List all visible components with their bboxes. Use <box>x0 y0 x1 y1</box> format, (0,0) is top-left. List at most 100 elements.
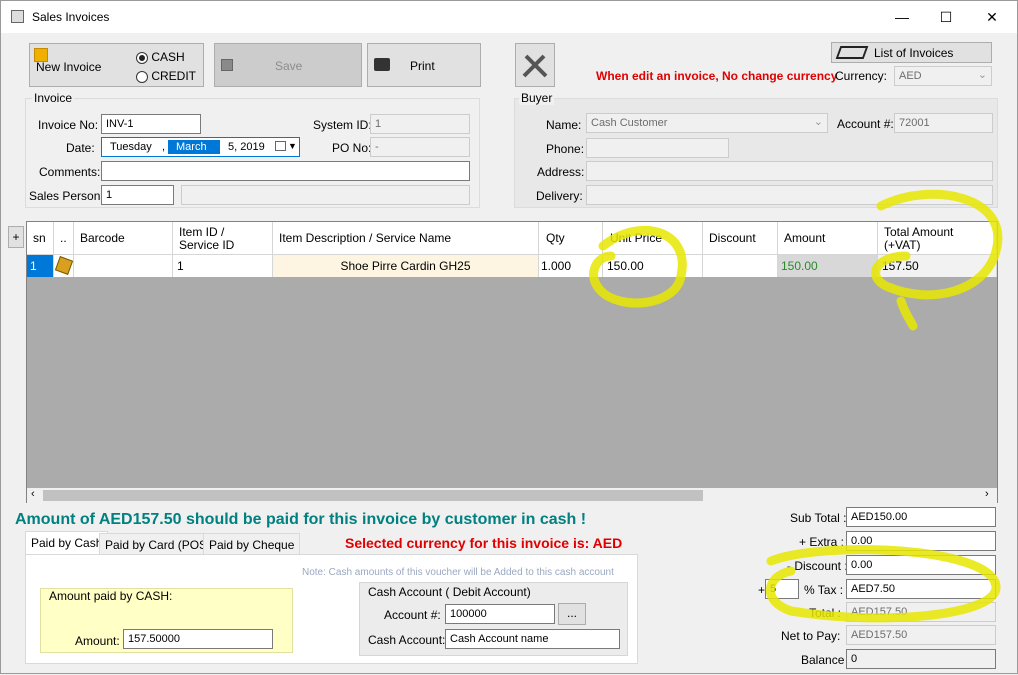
buyer-name-label: Name: <box>546 118 582 132</box>
cell-qty[interactable]: 1.000 <box>539 255 603 277</box>
title-bar: Sales Invoices — ☐ ✕ <box>1 1 1017 33</box>
buyer-name-select[interactable]: Cash Customer ⌄ <box>586 113 828 133</box>
sales-person-label: Sales Person: <box>29 189 104 203</box>
column-amount[interactable]: Amount <box>778 222 878 255</box>
invoice-no-input[interactable]: INV-1 <box>101 114 201 134</box>
cell-barcode[interactable] <box>74 255 173 277</box>
balance-label: Balance : <box>801 653 852 667</box>
credit-radio-dot <box>136 70 148 83</box>
buyer-account-input[interactable]: 72001 <box>894 113 993 133</box>
credit-radio[interactable]: CREDIT <box>136 69 196 83</box>
minimize-button[interactable]: — <box>879 1 925 33</box>
browse-account-button[interactable]: ... <box>558 603 586 625</box>
dropdown-icon: ▼ <box>288 141 297 151</box>
list-icon <box>835 46 869 59</box>
new-invoice-button[interactable]: New Invoice <box>36 60 101 74</box>
scroll-left-icon[interactable]: ‹ <box>31 488 35 500</box>
cell-amount[interactable]: 150.00 <box>778 255 878 277</box>
maximize-button[interactable]: ☐ <box>923 1 969 33</box>
save-label: Save <box>275 59 303 73</box>
column-barcode[interactable]: Barcode <box>74 222 173 255</box>
buyer-name-value: Cash Customer <box>591 117 668 129</box>
tab-paid-by-cheque[interactable]: Paid by Cheque <box>203 533 301 555</box>
net-to-pay-label: Net to Pay: <box>781 629 841 643</box>
floppy-icon <box>221 59 233 71</box>
system-id-label: System ID: <box>313 118 372 132</box>
print-label: Print <box>410 59 435 73</box>
total-label: Total : <box>809 606 842 620</box>
date-weekday: Tuesday <box>110 141 152 153</box>
tools-button[interactable] <box>515 43 555 87</box>
buyer-delivery-input[interactable] <box>586 185 993 205</box>
scroll-right-icon[interactable]: › <box>985 488 989 500</box>
window-title: Sales Invoices <box>32 10 110 24</box>
printer-icon <box>374 58 390 71</box>
save-button[interactable]: Save <box>214 43 362 87</box>
total-input: AED157.50 <box>846 602 996 622</box>
balance-input: 0 <box>846 649 996 669</box>
table-row[interactable]: 1 1 Shoe Pirre Cardin GH25 1.000 150.00 … <box>27 255 997 277</box>
date-label: Date: <box>66 141 95 155</box>
tab-paid-by-cash[interactable]: Paid by Cash <box>25 531 109 555</box>
amount-group: Amount paid by CASH: Amount: 157.50000 <box>40 588 293 653</box>
cell-discount[interactable] <box>703 255 778 277</box>
discount-input[interactable]: 0.00 <box>846 555 996 575</box>
extra-label: + Extra : <box>799 535 845 549</box>
net-to-pay-input: AED157.50 <box>846 625 996 645</box>
amount-group-label: Amount paid by CASH: <box>49 589 173 603</box>
list-of-invoices-button[interactable]: List of Invoices <box>831 42 992 63</box>
column-total[interactable]: Total Amount (+VAT) <box>878 222 997 255</box>
tab-paid-by-card[interactable]: Paid by Card (POS) <box>99 533 218 555</box>
cash-account-no-input[interactable]: 100000 <box>445 604 555 624</box>
cash-account-group-label: Cash Account ( Debit Account) <box>368 585 531 599</box>
column-item-id[interactable]: Item ID / Service ID <box>173 222 273 255</box>
horizontal-scrollbar[interactable]: ‹ › <box>27 488 997 503</box>
currency-warning: When edit an invoice, No change currency <box>596 69 838 83</box>
column-qty[interactable]: Qty <box>539 222 603 255</box>
amount-input[interactable]: 157.50000 <box>123 629 273 649</box>
items-grid[interactable]: sn .. Barcode Item ID / Service ID Item … <box>26 221 998 503</box>
tools-icon <box>522 54 548 78</box>
cell-total[interactable]: 157.50 <box>878 255 997 277</box>
po-no-input[interactable]: - <box>370 137 470 157</box>
pencil-icon <box>54 256 74 275</box>
cell-edit[interactable] <box>54 255 74 277</box>
system-id-input[interactable]: 1 <box>370 114 470 134</box>
cash-radio[interactable]: CASH <box>136 50 185 64</box>
sales-person-input[interactable]: 1 <box>101 185 174 205</box>
tax-rate-input[interactable]: 5 <box>765 579 799 599</box>
cell-item-id[interactable]: 1 <box>173 255 273 277</box>
subtotal-input[interactable]: AED150.00 <box>846 507 996 527</box>
scroll-thumb[interactable] <box>43 490 703 501</box>
buyer-phone-input[interactable] <box>586 138 729 158</box>
cell-description[interactable]: Shoe Pirre Cardin GH25 <box>273 255 539 277</box>
tax-input[interactable]: AED7.50 <box>846 579 996 599</box>
cell-unit-price[interactable]: 150.00 <box>603 255 703 277</box>
column-discount[interactable]: Discount <box>703 222 778 255</box>
cash-account-input[interactable]: Cash Account name <box>445 629 620 649</box>
discount-label: - Discount : <box>787 559 848 573</box>
column-icon[interactable]: .. <box>54 222 74 255</box>
column-unit-price[interactable]: Unit Price <box>603 222 703 255</box>
cash-account-group: Cash Account ( Debit Account) Account #:… <box>359 582 628 656</box>
chevron-down-icon: ⌄ <box>977 69 987 81</box>
add-row-button[interactable]: + <box>8 226 24 248</box>
cell-sn[interactable]: 1 <box>27 255 54 277</box>
currency-select[interactable]: AED ⌄ <box>894 66 992 86</box>
print-button[interactable]: Print <box>367 43 481 87</box>
comments-label: Comments: <box>39 165 101 179</box>
buyer-address-input[interactable] <box>586 161 993 181</box>
amount-label: Amount: <box>75 634 120 648</box>
extra-input[interactable]: 0.00 <box>846 531 996 551</box>
cash-label: CASH <box>151 50 185 64</box>
buyer-address-label: Address: <box>537 165 585 179</box>
close-button[interactable]: ✕ <box>969 1 1015 33</box>
comments-input[interactable] <box>101 161 470 181</box>
app-icon <box>11 10 24 23</box>
currency-value: AED <box>899 70 922 82</box>
subtotal-label: Sub Total : <box>790 511 847 525</box>
column-description[interactable]: Item Description / Service Name <box>273 222 539 255</box>
column-sn[interactable]: sn <box>27 222 54 255</box>
date-picker[interactable]: Tuesday , March 5, 2019 ▼ <box>101 137 300 157</box>
currency-message: Selected currency for this invoice is: A… <box>345 535 623 551</box>
